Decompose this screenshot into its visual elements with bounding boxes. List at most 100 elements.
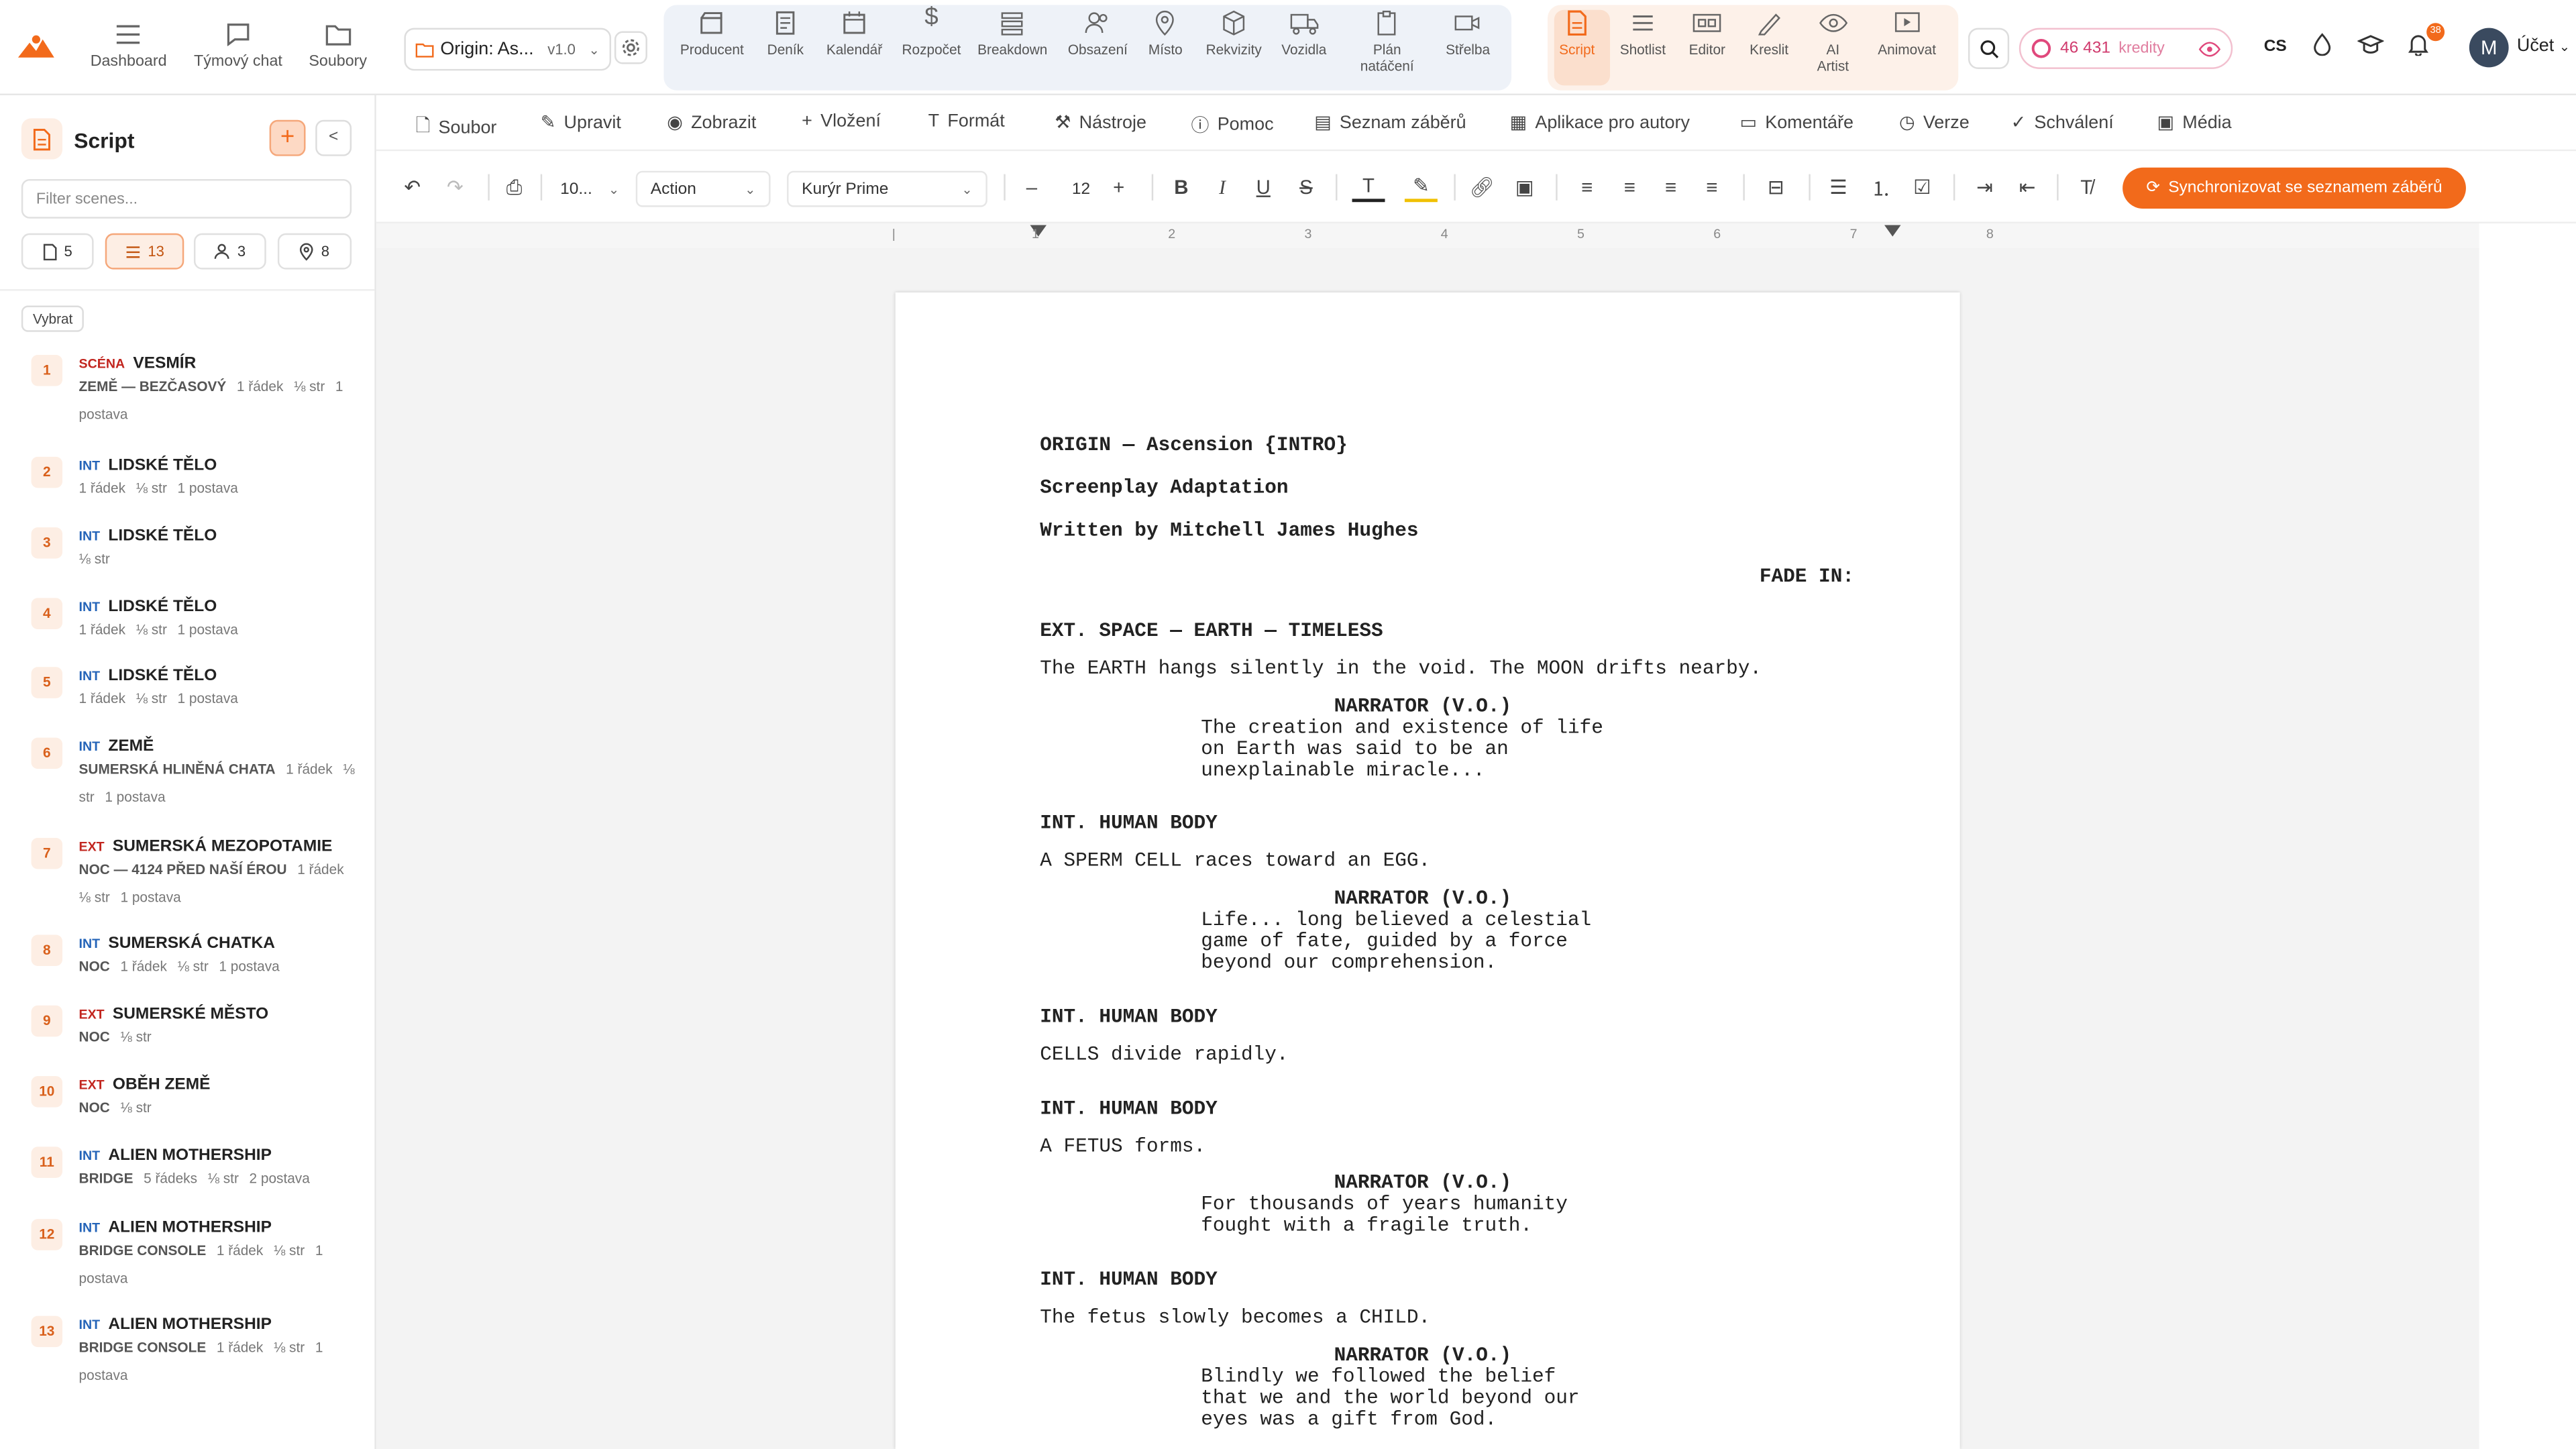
indent-icon[interactable]: ⇥ <box>1968 172 2001 202</box>
menu-media[interactable]: ▣ Média <box>2157 112 2232 133</box>
script-byline[interactable]: Written by Mitchell James Hughes <box>1040 520 1418 542</box>
module-rozpocet[interactable]: $ Rozpočet <box>902 5 961 57</box>
project-selector[interactable]: Origin: As... v1.0 ⌄ <box>404 28 612 71</box>
collapse-sidebar-button[interactable]: < <box>315 119 352 156</box>
menu-komentare[interactable]: ▭ Komentáře <box>1739 112 1854 133</box>
strikethrough-icon[interactable]: S <box>1289 172 1322 202</box>
module-misto[interactable]: Místo <box>1148 10 1183 58</box>
highlight-icon[interactable]: ✎ <box>1404 172 1438 203</box>
action-line[interactable]: The EARTH hangs silently in the void. Th… <box>1040 658 1762 680</box>
menu-verze[interactable]: ◷ Verze <box>1899 112 1970 133</box>
menu-nastroje[interactable]: ⚒ Nástroje <box>1055 112 1146 133</box>
align-center-icon[interactable]: ≡ <box>1613 172 1646 202</box>
numbered-list-icon[interactable]: ⒈ <box>1865 172 1898 202</box>
dialogue[interactable]: Life... long believed a celestial game o… <box>1201 910 1591 975</box>
nav-team-chat[interactable]: Týmový chat <box>194 23 282 70</box>
drop-icon[interactable] <box>2312 33 2333 56</box>
chip-locations[interactable]: 8 <box>277 233 352 270</box>
character-name[interactable]: NARRATOR (V.O.) <box>1334 1172 1512 1195</box>
bell-icon[interactable] <box>2407 33 2430 56</box>
module-kalendar[interactable]: Kalendář <box>826 10 882 58</box>
dialogue[interactable]: Blindly we followed the belief that we a… <box>1201 1366 1579 1432</box>
module-denik[interactable]: Deník <box>767 10 804 58</box>
transition-fade-in[interactable]: FADE IN: <box>1760 566 1854 588</box>
align-left-icon[interactable]: ≡ <box>1570 172 1603 202</box>
print-icon[interactable]: ⎙ <box>498 172 531 202</box>
font-size-input[interactable]: 12 <box>1065 171 1097 207</box>
action-line[interactable]: CELLS divide rapidly. <box>1040 1044 1288 1067</box>
account-menu[interactable]: Účet ⌄ <box>2517 36 2570 56</box>
app-logo[interactable] <box>16 30 56 62</box>
module-vozidla[interactable]: Vozidla <box>1281 10 1326 58</box>
action-line[interactable]: A SPERM CELL races toward an EGG. <box>1040 850 1430 873</box>
project-settings-button[interactable] <box>614 31 647 64</box>
script-subtitle[interactable]: Screenplay Adaptation <box>1040 477 1288 500</box>
menu-seznam-zaberu[interactable]: ▤ Seznam záběrů <box>1314 112 1466 133</box>
select-button[interactable]: Vybrat <box>21 305 85 332</box>
module-animovat[interactable]: Animovat <box>1878 10 1936 58</box>
bold-icon[interactable]: B <box>1165 172 1197 202</box>
scene-heading[interactable]: INT. HUMAN BODY <box>1040 812 1218 835</box>
image-icon[interactable]: ▣ <box>1508 172 1541 202</box>
nav-files[interactable]: Soubory <box>309 23 367 70</box>
chip-pages[interactable]: 5 <box>21 233 94 270</box>
italic-icon[interactable]: I <box>1206 172 1239 202</box>
menu-aplikace[interactable]: ▦ Aplikace pro autory <box>1510 112 1690 133</box>
language-switch[interactable]: CS <box>2264 38 2287 56</box>
module-rekvizity[interactable]: Rekvizity <box>1206 10 1262 58</box>
script-title[interactable]: ORIGIN — Ascension {INTRO} <box>1040 435 1348 457</box>
link-icon[interactable]: 🔗︎ <box>1466 172 1499 202</box>
scene-heading[interactable]: EXT. SPACE — EARTH — TIMELESS <box>1040 620 1383 643</box>
graduation-cap-icon[interactable] <box>2357 33 2384 56</box>
filter-scenes-input[interactable] <box>21 178 352 219</box>
right-indent-marker[interactable] <box>1884 225 1901 237</box>
align-right-icon[interactable]: ≡ <box>1654 172 1687 202</box>
underline-icon[interactable]: U <box>1247 172 1280 202</box>
outdent-icon[interactable]: ⇤ <box>2011 172 2044 202</box>
scene-heading[interactable]: INT. HUMAN BODY <box>1040 1098 1218 1120</box>
character-name[interactable]: NARRATOR (V.O.) <box>1334 696 1512 718</box>
redo-icon[interactable]: ↷ <box>439 172 472 202</box>
scene-heading[interactable]: INT. HUMAN BODY <box>1040 1269 1218 1291</box>
increase-font-icon[interactable]: + <box>1102 172 1135 202</box>
text-color-icon[interactable]: T <box>1352 172 1385 203</box>
character-name[interactable]: NARRATOR (V.O.) <box>1334 888 1512 910</box>
menu-pomoc[interactable]: ⓘ Pomoc <box>1191 112 1274 138</box>
module-shotlist[interactable]: Shotlist <box>1620 10 1666 58</box>
module-ai-artist[interactable]: AI Artist <box>1817 10 1849 74</box>
avatar[interactable]: M <box>2469 28 2509 68</box>
menu-vlozeni[interactable]: + Vložení <box>802 112 881 131</box>
clear-format-icon[interactable]: T̸ <box>2070 172 2103 202</box>
nav-dashboard[interactable]: Dashboard <box>91 23 167 70</box>
module-obsazeni[interactable]: Obsazení <box>1068 10 1128 58</box>
action-line[interactable]: A FETUS forms. <box>1040 1136 1205 1159</box>
module-plan-nataceni[interactable]: Plán natáčení <box>1360 10 1414 74</box>
font-select[interactable]: Kurýr Prime ⌄ <box>787 170 987 207</box>
menu-upravit[interactable]: ✎ Upravit <box>541 112 621 133</box>
align-justify-icon[interactable]: ≡ <box>1695 172 1728 202</box>
menu-format[interactable]: T Formát <box>928 112 1005 131</box>
decrease-font-icon[interactable]: – <box>1015 172 1048 202</box>
undo-icon[interactable]: ↶ <box>396 172 429 202</box>
zoom-select[interactable]: 10... ⌄ <box>560 171 619 207</box>
module-kreslit[interactable]: Kreslit <box>1750 10 1788 58</box>
menu-soubor[interactable]: 🗋 Soubor <box>416 112 497 144</box>
sync-shotlist-button[interactable]: ⟳ Synchronizovat se seznamem záběrů <box>2123 167 2466 209</box>
action-line[interactable]: The fetus slowly becomes a CHILD. <box>1040 1307 1430 1329</box>
dialogue[interactable]: For thousands of years humanity fought w… <box>1201 1193 1568 1237</box>
eye-icon[interactable] <box>2198 39 2221 58</box>
menu-schvaleni[interactable]: ✓ Schválení <box>2011 112 2114 133</box>
module-strelba[interactable]: Střelba <box>1446 10 1490 58</box>
vertical-align-icon[interactable]: ⊟ <box>1760 172 1792 202</box>
bullet-list-icon[interactable]: ☰ <box>1822 172 1855 202</box>
module-breakdown[interactable]: Breakdown <box>977 10 1047 58</box>
element-type-select[interactable]: Action ⌄ <box>635 170 771 207</box>
menu-zobrazit[interactable]: ◉ Zobrazit <box>667 112 756 133</box>
credits-widget[interactable]: 46 431 kredity <box>2019 28 2233 69</box>
module-script[interactable]: Script <box>1559 10 1595 58</box>
checklist-icon[interactable]: ☑ <box>1906 172 1939 202</box>
add-scene-button[interactable]: + <box>269 119 306 156</box>
chip-characters[interactable]: 3 <box>193 233 266 270</box>
scene-heading[interactable]: INT. HUMAN BODY <box>1040 1006 1218 1028</box>
search-button[interactable] <box>1968 28 2010 69</box>
